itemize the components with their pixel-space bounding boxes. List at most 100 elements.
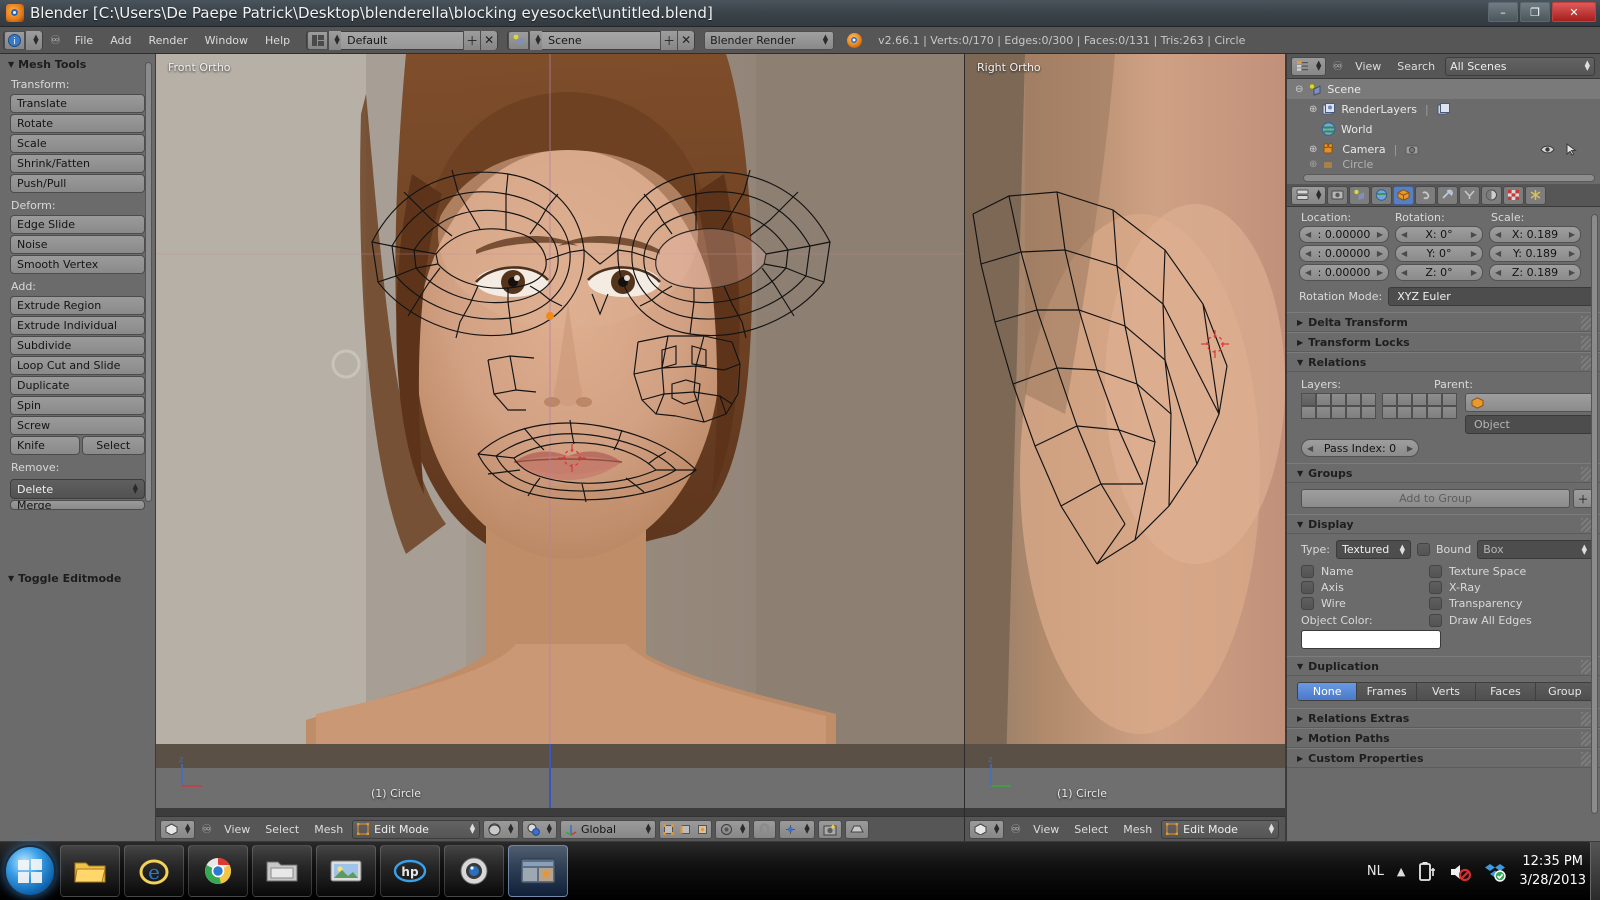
vertex-select-mode-icon[interactable] [659, 820, 677, 838]
left-menu-select[interactable]: Select [259, 823, 305, 836]
pass-index-field[interactable]: ◀ Pass Index: 0 ▶ [1301, 439, 1419, 457]
taskbar-internet-explorer[interactable]: e [124, 845, 184, 897]
outliner-row-renderlayers[interactable]: ⊕ RenderLayers | [1287, 99, 1600, 119]
editor-type-selector[interactable]: i ▲ ▼ [3, 30, 43, 50]
layer-cell[interactable] [1346, 393, 1361, 406]
menu-window[interactable]: Window [198, 31, 255, 50]
section-groups[interactable]: ▼ Groups [1287, 463, 1600, 483]
edge-select-mode-icon[interactable] [676, 820, 694, 838]
tab-particles[interactable] [1525, 185, 1547, 205]
tool-subdivide[interactable]: Subdivide [10, 336, 145, 355]
section-motion-paths[interactable]: ▶ Motion Paths [1287, 728, 1600, 748]
tool-screw[interactable]: Screw [10, 416, 145, 435]
scale-y-field[interactable]: ◀ Y: 0.189 ▶ [1489, 245, 1581, 262]
parent-type-field[interactable]: Object [1465, 415, 1593, 434]
tool-select[interactable]: Select [81, 436, 145, 455]
outliner-row-partial[interactable]: ⊕ Circle [1287, 159, 1600, 169]
right-editor-type-button[interactable]: ▲ ▼ [969, 819, 1005, 839]
parent-object-field[interactable] [1465, 393, 1593, 412]
tool-spin[interactable]: Spin [10, 396, 145, 415]
axis-checkbox[interactable] [1301, 581, 1314, 594]
left-select-mode-group[interactable] [658, 819, 712, 839]
rotation-mode-dropdown[interactable]: XYZ Euler [1388, 287, 1593, 306]
layer-cell[interactable] [1412, 393, 1427, 406]
delete-scene-button[interactable]: ✕ [677, 30, 695, 50]
screen-layout-spinner[interactable]: ▲ ▼ [328, 30, 342, 50]
tool-extrude-region[interactable]: Extrude Region [10, 296, 145, 315]
properties-editor-type-button[interactable]: ▲ ▼ [1291, 185, 1327, 205]
transparency-checkbox[interactable] [1429, 597, 1442, 610]
properties-scrollbar[interactable] [1591, 214, 1598, 814]
display-type-dropdown[interactable]: Textured ▲ ▼ [1335, 540, 1411, 559]
right-viewport-canvas[interactable]: Right Ortho (1) Circle z [965, 54, 1285, 808]
outliner-collapse-menu-icon[interactable]: ♾ [1330, 59, 1345, 73]
right-mode-selector[interactable]: Edit Mode ▲ ▼ [1161, 819, 1280, 839]
taskbar-folder[interactable] [252, 845, 312, 897]
menu-file[interactable]: File [68, 31, 100, 50]
tab-render[interactable] [1327, 185, 1349, 205]
duplication-enum[interactable]: None Frames Verts Faces Group [1297, 682, 1595, 701]
texture-space-checkbox[interactable] [1429, 565, 1442, 578]
left-collapse-menu-icon[interactable]: ♾ [198, 822, 215, 836]
left-snap-toggle[interactable] [753, 819, 777, 839]
maximize-button[interactable]: ❐ [1520, 2, 1550, 22]
taskbar-blender-window[interactable] [508, 845, 568, 897]
duplication-option-faces[interactable]: Faces [1476, 683, 1536, 700]
layer-cell[interactable] [1316, 393, 1331, 406]
right-menu-mesh[interactable]: Mesh [1117, 823, 1158, 836]
layer-cell[interactable] [1397, 393, 1412, 406]
mesh-tools-panel-header[interactable]: ▼ Mesh Tools [0, 54, 155, 73]
layer-cell[interactable] [1442, 393, 1457, 406]
add-screen-layout-button[interactable]: ＋ [463, 30, 481, 50]
tool-edge-slide[interactable]: Edge Slide [10, 215, 145, 234]
tool-noise[interactable]: Noise [10, 235, 145, 254]
editor-type-spinner[interactable]: ▲ ▼ [25, 30, 42, 50]
tab-object[interactable] [1393, 185, 1415, 205]
scale-x-field[interactable]: ◀ X: 0.189 ▶ [1489, 226, 1581, 243]
left-proportional-edit[interactable]: ▲ ▼ [714, 819, 751, 839]
section-transform-locks[interactable]: ▶ Transform Locks [1287, 332, 1600, 352]
location-x-field[interactable]: ◀: 0.00000 ▶ [1299, 226, 1389, 243]
taskbar-hp-app[interactable]: hp [380, 845, 440, 897]
screen-layout-name[interactable]: Default [341, 31, 464, 49]
section-delta-transform[interactable]: ▶ Delta Transform [1287, 312, 1600, 332]
layer-cell[interactable] [1427, 406, 1442, 419]
draw-all-edges-checkbox[interactable] [1429, 614, 1442, 627]
toolshelf-scrollbar[interactable] [145, 62, 152, 502]
section-relations-extras[interactable]: ▶ Relations Extras [1287, 708, 1600, 728]
left-render-preview-toggle[interactable] [817, 819, 842, 839]
scene-selector[interactable]: ▲ ▼ Scene ＋ ✕ [507, 30, 696, 50]
duplication-option-verts[interactable]: Verts [1416, 683, 1477, 700]
expand-icon[interactable]: ⊕ [1309, 104, 1317, 115]
renderlayer-data-icon[interactable] [1437, 102, 1451, 116]
rotation-z-field[interactable]: ◀ Z: 0° ▶ [1395, 264, 1483, 281]
show-desktop-button[interactable] [1590, 842, 1600, 900]
duplication-option-group[interactable]: Group [1535, 683, 1594, 700]
camera-data-icon[interactable] [1405, 143, 1420, 156]
right-collapse-menu-icon[interactable]: ♾ [1007, 822, 1024, 836]
layer-cell[interactable] [1316, 406, 1331, 419]
layer-cell[interactable] [1331, 406, 1346, 419]
left-transform-orientation[interactable]: Global ▲ ▼ [559, 819, 656, 839]
section-relations[interactable]: ▼ Relations [1287, 352, 1600, 372]
tool-knife[interactable]: Knife [10, 436, 80, 455]
collapse-menu-icon[interactable]: ♾ [46, 33, 65, 47]
tab-material[interactable] [1481, 185, 1503, 205]
scale-z-field[interactable]: ◀ Z: 0.189 ▶ [1489, 264, 1581, 281]
battery-icon[interactable] [1418, 861, 1436, 882]
layer-cell[interactable] [1301, 393, 1316, 406]
outliner-row-world[interactable]: World [1287, 119, 1600, 139]
xray-checkbox[interactable] [1429, 581, 1442, 594]
menu-render[interactable]: Render [141, 31, 194, 50]
tab-texture[interactable] [1503, 185, 1525, 205]
tool-smooth-vertex[interactable]: Smooth Vertex [10, 255, 145, 274]
outliner-scrollbar[interactable] [1303, 174, 1595, 182]
language-indicator[interactable]: NL [1367, 864, 1384, 879]
add-group-plus-button[interactable]: ＋ [1573, 489, 1593, 508]
screen-layout-selector[interactable]: ▲ ▼ Default ＋ ✕ [306, 30, 499, 50]
layer-cell[interactable] [1346, 406, 1361, 419]
tool-push-pull[interactable]: Push/Pull [10, 174, 145, 193]
section-display[interactable]: ▼ Display [1287, 514, 1600, 534]
layer-cell[interactable] [1442, 406, 1457, 419]
tool-extrude-individual[interactable]: Extrude Individual [10, 316, 145, 335]
